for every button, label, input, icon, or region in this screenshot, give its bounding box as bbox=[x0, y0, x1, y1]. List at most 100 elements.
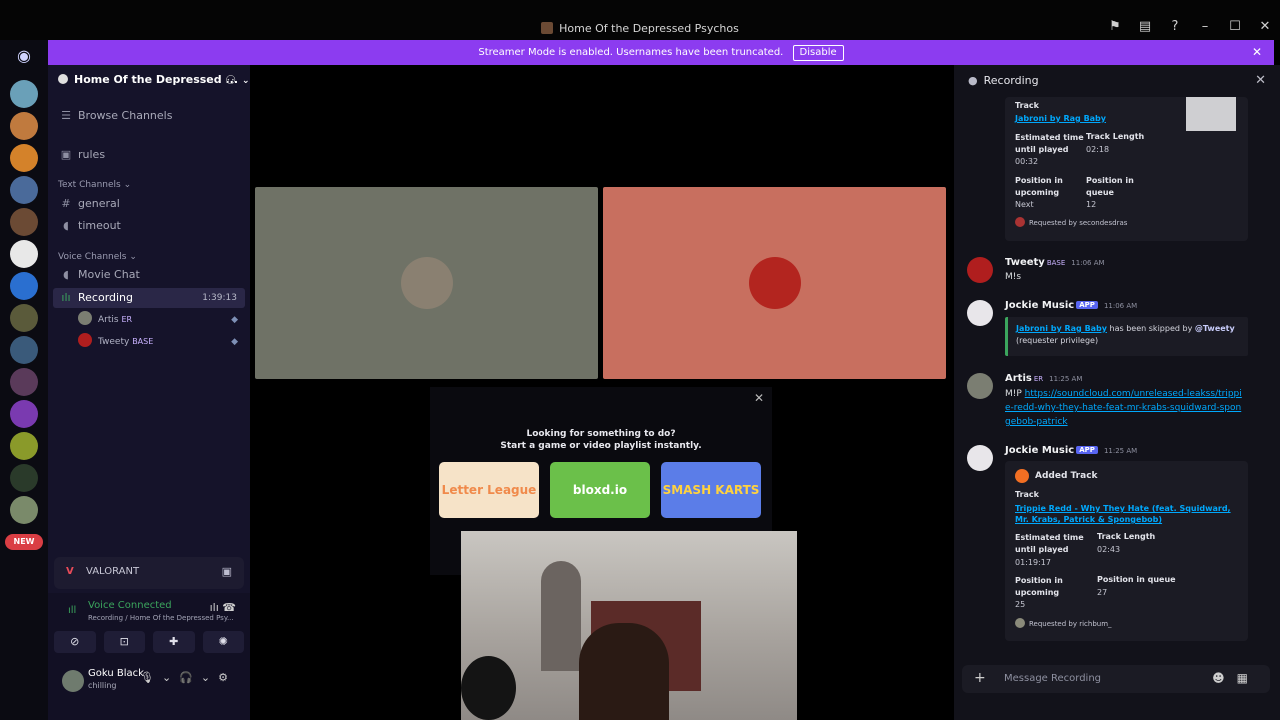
webcam-person bbox=[579, 623, 669, 720]
activity-icon: ◆ bbox=[231, 315, 238, 325]
message-composer[interactable]: + Message Recording ☻▦ bbox=[962, 665, 1270, 693]
close-icon[interactable]: ✕ bbox=[754, 391, 764, 405]
server-icon[interactable] bbox=[10, 272, 38, 300]
flag-icon[interactable]: ⚑ bbox=[1100, 19, 1130, 34]
voice-status[interactable]: Voice Connected bbox=[88, 600, 172, 611]
server-thumb-icon bbox=[541, 22, 554, 34]
server-icon[interactable] bbox=[10, 208, 38, 236]
close-icon[interactable]: ✕ bbox=[1250, 19, 1280, 34]
help-icon[interactable]: ? bbox=[1160, 19, 1190, 34]
category-text-channels[interactable]: Text Channels ⌄ bbox=[58, 180, 131, 190]
channel-timeout[interactable]: ◖ timeout bbox=[58, 216, 244, 236]
added-track-card: Added Track Track Trippie Redd - Why The… bbox=[1005, 461, 1248, 641]
streamer-mode-banner: Streamer Mode is enabled. Usernames have… bbox=[48, 40, 1274, 65]
discord-logo-icon[interactable]: ◉ bbox=[12, 46, 36, 66]
disconnect-icon[interactable]: ılı ☎ bbox=[210, 601, 236, 614]
server-header[interactable]: Home Of the Depressed ... ⌄ ⚇ bbox=[48, 65, 250, 97]
invite-icon[interactable]: ⚇ bbox=[225, 73, 236, 87]
channel-sidebar: Home Of the Depressed ... ⌄ ⚇ ☰ Browse Cha… bbox=[48, 65, 250, 720]
chat-header: ● Recording ✕ bbox=[968, 73, 1266, 88]
activities-icon[interactable]: ✚ bbox=[153, 631, 195, 653]
avatar[interactable] bbox=[967, 257, 993, 283]
mention[interactable]: @Tweety bbox=[1195, 324, 1235, 333]
channel-recording[interactable]: ılı Recording 1:39:13 bbox=[53, 288, 245, 308]
screen-share-icon[interactable]: ⊡ bbox=[103, 631, 145, 653]
webcam-overlay bbox=[461, 531, 797, 720]
server-icon[interactable] bbox=[10, 112, 38, 140]
server-icon[interactable] bbox=[10, 176, 38, 204]
disable-button[interactable]: Disable bbox=[792, 45, 844, 61]
browse-channels[interactable]: ☰ Browse Channels bbox=[58, 106, 244, 126]
title-bar-controls: ⚑ ▤ ? – ☐ ✕ bbox=[1100, 19, 1280, 34]
server-icon[interactable] bbox=[10, 304, 38, 332]
camera-off-icon[interactable]: ⊘ bbox=[54, 631, 96, 653]
server-icon[interactable] bbox=[10, 240, 38, 268]
chevron-down-icon: ⌄ bbox=[242, 76, 250, 86]
new-badge[interactable]: NEW bbox=[5, 534, 43, 550]
plus-icon[interactable]: + bbox=[974, 670, 986, 686]
server-icon[interactable] bbox=[10, 496, 38, 524]
game-smash-karts[interactable]: SMASH KARTS bbox=[661, 462, 761, 518]
activity-subprompt: Start a game or video playlist instantly… bbox=[500, 441, 702, 451]
game-bloxd[interactable]: bloxd.io bbox=[550, 462, 650, 518]
avatar[interactable] bbox=[967, 373, 993, 399]
banner-close-icon[interactable]: ✕ bbox=[1252, 40, 1262, 65]
server-icon[interactable] bbox=[10, 400, 38, 428]
skip-embed: Jabroni by Rag Baby has been skipped by … bbox=[1005, 317, 1248, 356]
close-chat-icon[interactable]: ✕ bbox=[1255, 73, 1266, 88]
channel-movie-chat[interactable]: ◖ Movie Chat bbox=[58, 265, 244, 285]
soundcloud-link[interactable]: https://soundcloud.com/unreleased-leakss… bbox=[1005, 389, 1242, 427]
album-art bbox=[1186, 97, 1236, 131]
message-input[interactable]: Message Recording bbox=[1004, 673, 1101, 684]
server-icon[interactable] bbox=[10, 368, 38, 396]
call-view: ✕ Looking for something to do? Start a g… bbox=[250, 65, 954, 720]
avatar[interactable] bbox=[967, 445, 993, 471]
server-icon[interactable] bbox=[10, 144, 38, 172]
webcam-background bbox=[541, 561, 581, 671]
video-tile-tweety[interactable] bbox=[603, 187, 946, 379]
voice-user-artis[interactable]: Artis ER ◆ bbox=[78, 310, 238, 330]
server-icon[interactable] bbox=[10, 464, 38, 492]
voice-user-tweety[interactable]: Tweety BASE ◆ bbox=[78, 332, 238, 352]
voice-active-icon: ılı bbox=[61, 291, 71, 304]
server-icon[interactable] bbox=[10, 336, 38, 364]
track-link[interactable]: Jabroni by Rag Baby bbox=[1016, 324, 1107, 333]
signal-icon[interactable]: ıll bbox=[68, 605, 76, 616]
avatar[interactable] bbox=[62, 670, 84, 692]
track-link[interactable]: Jabroni by Rag Baby bbox=[1015, 114, 1106, 123]
avatar bbox=[748, 257, 801, 309]
requested-by: Requested by secondesdras bbox=[1015, 217, 1127, 227]
game-overlay-icon[interactable]: ▣ bbox=[222, 565, 232, 578]
message-author[interactable]: Tweety BASE 11:06 AM bbox=[1005, 257, 1105, 268]
user-status: chilling bbox=[88, 681, 117, 690]
server-icon[interactable] bbox=[10, 432, 38, 460]
soundboard-icon[interactable]: ✺ bbox=[202, 631, 244, 653]
track-card: Track Jabroni by Rag Baby Estimated time… bbox=[1005, 97, 1248, 241]
voice-controls: ⊘ ⊡ ✚ ✺ bbox=[54, 631, 244, 653]
maximize-icon[interactable]: ☐ bbox=[1220, 19, 1250, 34]
message-text: M!P https://soundcloud.com/unreleased-le… bbox=[1005, 389, 1242, 427]
message-author[interactable]: Artis ER 11:25 AM bbox=[1005, 373, 1082, 384]
minimize-icon[interactable]: – bbox=[1190, 19, 1220, 34]
server-icon[interactable] bbox=[10, 80, 38, 108]
video-tile-artis[interactable] bbox=[255, 187, 598, 379]
track-link[interactable]: Trippie Redd - Why They Hate (feat. Squi… bbox=[1015, 503, 1240, 525]
window-title: Home Of the Depressed Psychos bbox=[0, 22, 1280, 35]
recording-timer: 1:39:13 bbox=[202, 293, 237, 303]
channel-general[interactable]: # general bbox=[58, 194, 244, 214]
activity-status[interactable]: V VALORANT ▣ bbox=[54, 557, 244, 589]
game-letter-league[interactable]: Letter League bbox=[439, 462, 539, 518]
composer-actions[interactable]: ☻▦ bbox=[1212, 671, 1260, 685]
message-author[interactable]: Jockie Music APP 11:25 AM bbox=[1005, 445, 1137, 456]
channel-rules[interactable]: ▣ rules bbox=[58, 145, 244, 165]
user-controls[interactable]: 🎙⌄🎧⌄⚙ bbox=[140, 671, 236, 684]
soundcloud-icon bbox=[1015, 469, 1029, 483]
avatar bbox=[78, 333, 92, 347]
category-voice-channels[interactable]: Voice Channels ⌄ bbox=[58, 252, 137, 262]
hash-icon: # bbox=[61, 197, 71, 210]
message-author[interactable]: Jockie Music APP 11:06 AM bbox=[1005, 300, 1137, 311]
inbox-icon[interactable]: ▤ bbox=[1130, 19, 1160, 34]
avatar[interactable] bbox=[967, 300, 993, 326]
user-name[interactable]: Goku Black bbox=[88, 668, 144, 679]
voice-subtitle[interactable]: Recording / Home Of the Depressed Psy... bbox=[88, 614, 238, 622]
